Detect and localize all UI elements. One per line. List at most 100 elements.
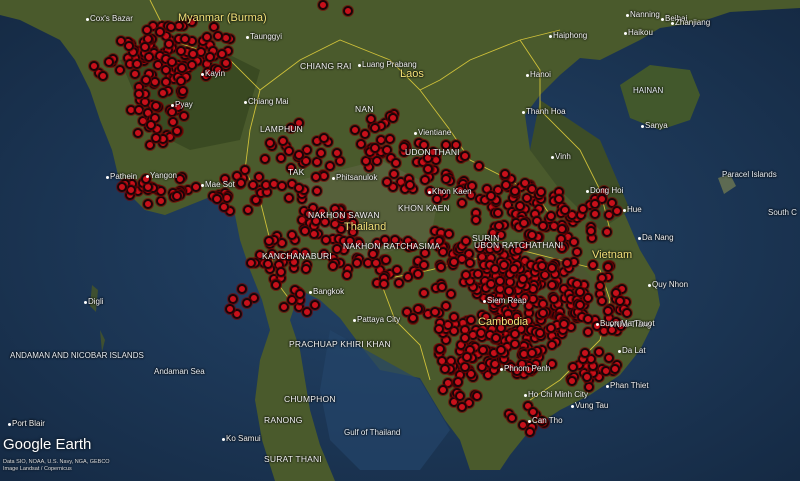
location-marker[interactable] — [583, 293, 593, 303]
location-marker[interactable] — [133, 88, 144, 99]
location-marker[interactable] — [131, 58, 142, 69]
location-marker[interactable] — [163, 38, 174, 49]
location-marker[interactable] — [537, 308, 548, 319]
location-marker[interactable] — [161, 76, 172, 87]
location-marker[interactable] — [165, 21, 176, 32]
location-marker[interactable] — [448, 257, 459, 268]
location-marker[interactable] — [293, 150, 304, 161]
location-marker[interactable] — [593, 346, 604, 357]
location-marker[interactable] — [124, 40, 135, 51]
location-marker[interactable] — [500, 168, 511, 179]
location-marker[interactable] — [433, 324, 444, 335]
location-marker[interactable] — [315, 148, 326, 159]
location-marker[interactable] — [248, 179, 258, 190]
location-marker[interactable] — [141, 24, 152, 35]
location-marker[interactable] — [218, 201, 229, 212]
location-marker[interactable] — [589, 198, 600, 209]
location-marker[interactable] — [575, 299, 586, 310]
location-marker[interactable] — [587, 260, 598, 271]
location-marker[interactable] — [448, 311, 459, 322]
location-marker[interactable] — [381, 254, 392, 265]
location-marker[interactable] — [546, 279, 557, 290]
location-marker[interactable] — [332, 147, 343, 158]
location-marker[interactable] — [149, 76, 160, 87]
location-marker[interactable] — [567, 362, 578, 373]
location-marker[interactable] — [88, 60, 99, 71]
location-marker[interactable] — [360, 155, 371, 166]
location-marker[interactable] — [614, 296, 625, 306]
location-marker[interactable] — [245, 258, 256, 269]
location-marker[interactable] — [522, 192, 532, 203]
location-marker[interactable] — [143, 51, 154, 62]
location-marker[interactable] — [310, 171, 321, 182]
location-marker[interactable] — [393, 277, 404, 288]
location-marker[interactable] — [151, 132, 162, 143]
location-marker[interactable] — [320, 234, 331, 245]
location-marker[interactable] — [175, 45, 186, 56]
location-marker[interactable] — [595, 280, 606, 291]
location-marker[interactable] — [125, 185, 136, 196]
location-marker[interactable] — [568, 237, 579, 248]
location-marker[interactable] — [351, 258, 362, 269]
location-marker[interactable] — [312, 156, 322, 167]
location-marker[interactable] — [535, 187, 546, 197]
location-marker[interactable] — [299, 226, 310, 237]
location-marker[interactable] — [140, 75, 151, 86]
location-marker[interactable] — [422, 164, 433, 174]
location-marker[interactable] — [191, 181, 202, 192]
location-marker[interactable] — [596, 295, 607, 306]
location-marker[interactable] — [434, 344, 445, 354]
location-marker[interactable] — [547, 262, 558, 273]
location-marker[interactable] — [508, 264, 519, 275]
location-marker[interactable] — [474, 160, 485, 171]
location-marker[interactable] — [517, 274, 528, 284]
location-marker[interactable] — [473, 268, 484, 279]
location-marker[interactable] — [437, 281, 448, 292]
location-marker[interactable] — [154, 27, 165, 37]
location-marker[interactable] — [494, 276, 505, 287]
location-marker[interactable] — [545, 322, 556, 333]
location-marker[interactable] — [429, 306, 440, 317]
location-marker[interactable] — [301, 263, 312, 274]
location-marker[interactable] — [156, 185, 167, 196]
location-marker[interactable] — [201, 32, 212, 43]
location-marker[interactable] — [460, 269, 471, 280]
location-marker[interactable] — [459, 332, 470, 343]
location-marker[interactable] — [561, 257, 572, 268]
location-marker[interactable] — [295, 288, 305, 299]
location-marker[interactable] — [172, 190, 183, 201]
location-marker[interactable] — [503, 285, 514, 296]
location-marker[interactable] — [186, 60, 197, 71]
location-marker[interactable] — [500, 179, 511, 190]
location-marker[interactable] — [103, 56, 114, 67]
location-marker[interactable] — [187, 48, 198, 59]
location-marker[interactable] — [349, 125, 360, 136]
location-marker[interactable] — [389, 168, 399, 179]
location-marker[interactable] — [585, 226, 596, 237]
location-marker[interactable] — [175, 76, 186, 87]
location-marker[interactable] — [212, 31, 223, 42]
location-marker[interactable] — [166, 56, 177, 67]
location-marker[interactable] — [355, 138, 366, 149]
location-marker[interactable] — [459, 361, 470, 372]
location-marker[interactable] — [461, 351, 472, 362]
location-marker[interactable] — [309, 228, 320, 239]
location-marker[interactable] — [236, 284, 247, 295]
location-marker[interactable] — [418, 260, 429, 271]
location-marker[interactable] — [477, 344, 488, 355]
location-marker[interactable] — [241, 297, 252, 308]
location-marker[interactable] — [457, 197, 468, 208]
location-marker[interactable] — [492, 207, 503, 218]
location-marker[interactable] — [309, 299, 320, 310]
location-marker[interactable] — [610, 363, 621, 374]
location-marker[interactable] — [548, 294, 559, 304]
location-marker[interactable] — [460, 235, 471, 246]
location-marker[interactable] — [371, 155, 382, 166]
location-marker[interactable] — [264, 235, 275, 246]
location-marker[interactable] — [150, 100, 161, 111]
location-marker[interactable] — [369, 143, 380, 154]
location-marker[interactable] — [554, 193, 564, 204]
location-marker[interactable] — [331, 244, 342, 255]
location-marker[interactable] — [324, 160, 335, 171]
location-marker[interactable] — [286, 229, 297, 240]
